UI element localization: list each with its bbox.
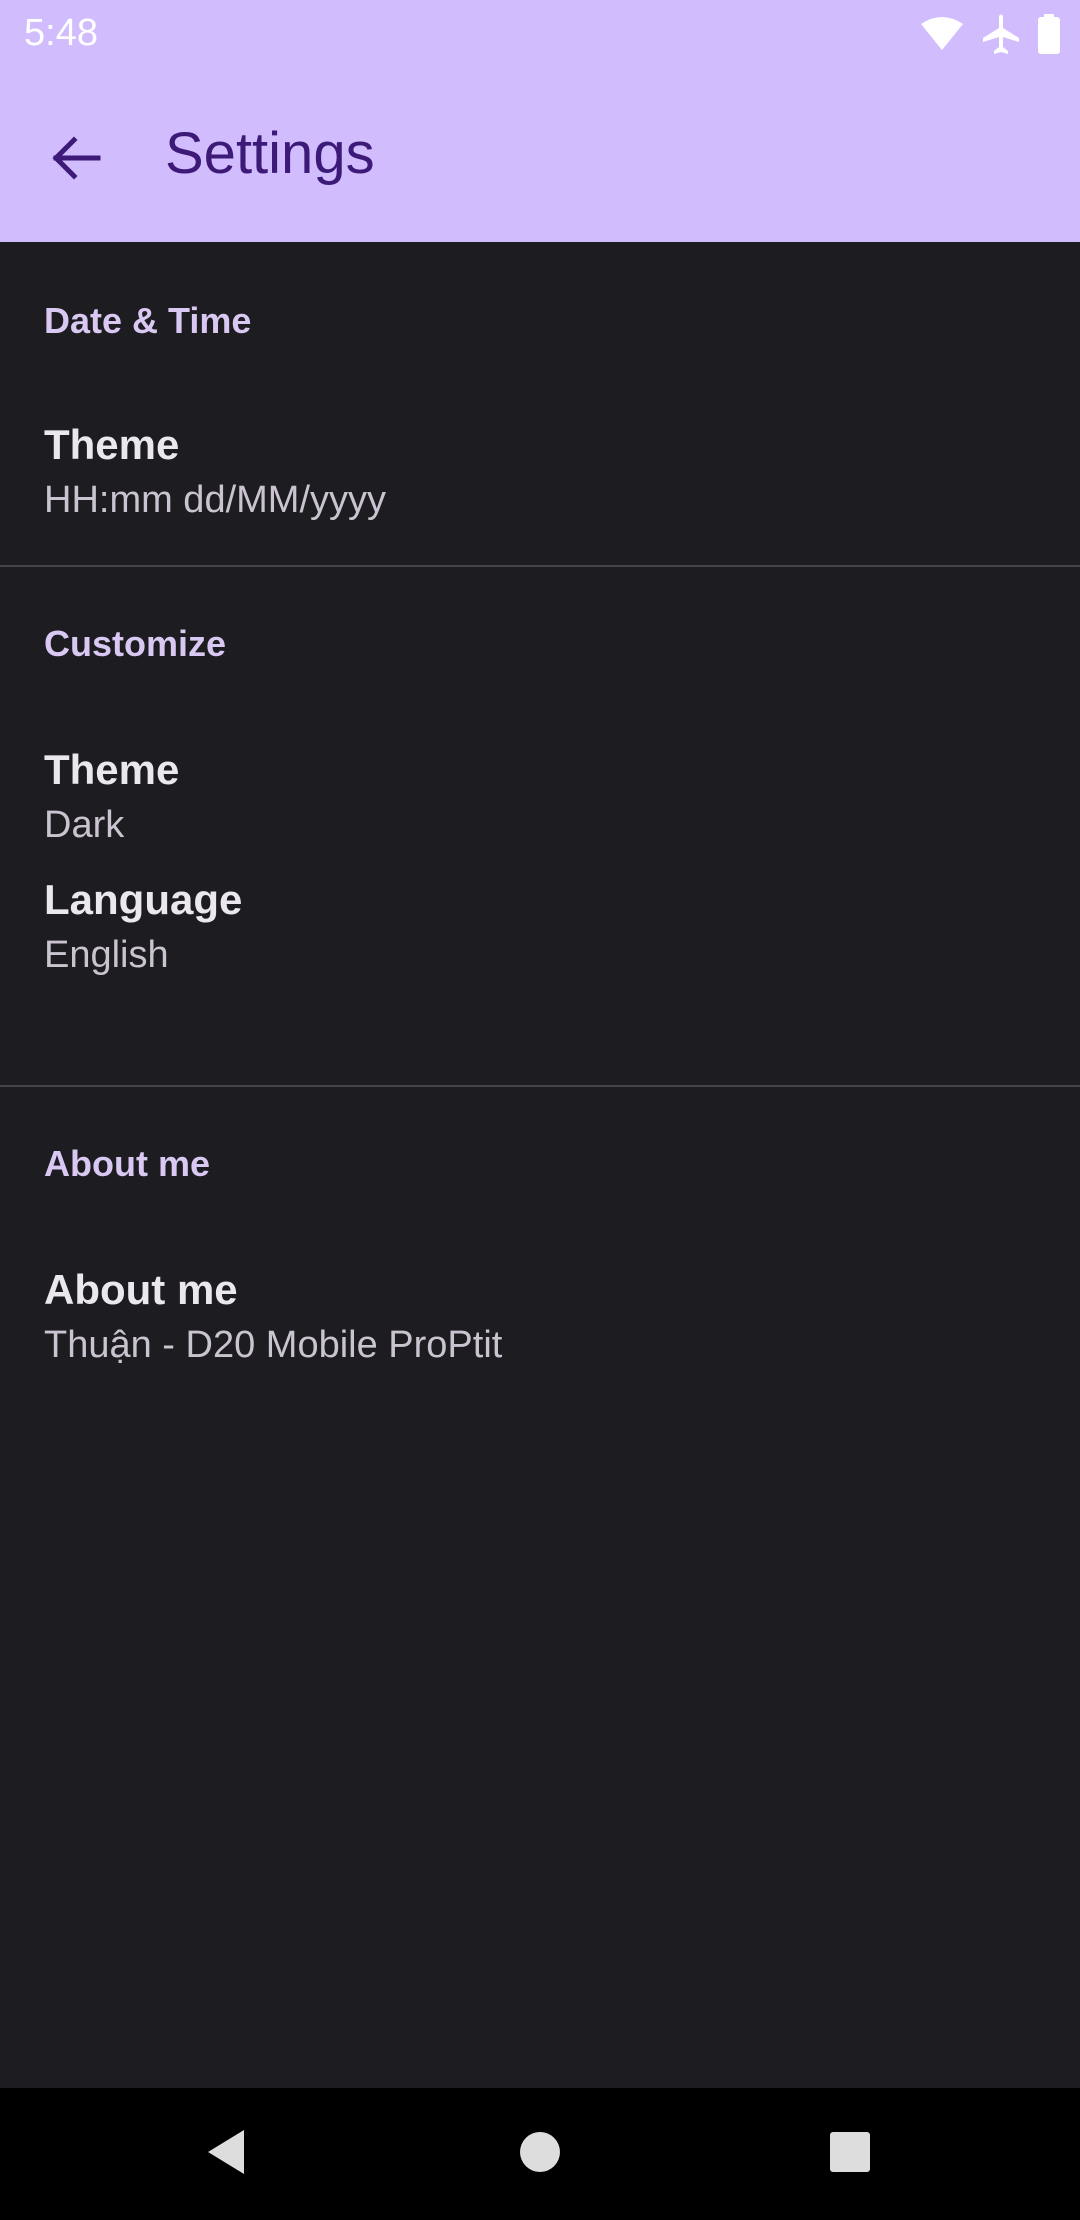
- pref-item-about-me[interactable]: About me Thuận - D20 Mobile ProPtit: [0, 1195, 1080, 1405]
- arrow-back-icon: [50, 134, 102, 187]
- settings-list: Date & Time Theme HH:mm dd/MM/yyyy Custo…: [0, 242, 1080, 1405]
- back-triangle-icon: [204, 2128, 248, 2181]
- back-button[interactable]: [34, 118, 118, 202]
- page-title: Settings: [165, 121, 375, 186]
- pref-summary: Thuận - D20 Mobile ProPtit: [44, 1324, 503, 1366]
- section-header-about: About me: [44, 1143, 210, 1184]
- pref-title: Theme: [44, 746, 180, 793]
- pref-summary: Dark: [44, 804, 125, 846]
- nav-back-button[interactable]: [196, 2124, 256, 2184]
- status-icons: [920, 12, 1060, 56]
- section-header-customize: Customize: [44, 623, 227, 664]
- status-time: 5:48: [24, 12, 98, 54]
- pref-item-language[interactable]: Language English: [0, 875, 1080, 1085]
- airplane-icon: [982, 14, 1020, 54]
- home-circle-icon: [518, 2130, 562, 2179]
- app-bar: Settings: [0, 68, 1080, 242]
- pref-title: About me: [44, 1266, 238, 1313]
- navigation-bar: [0, 2088, 1080, 2220]
- status-bar: 5:48: [0, 0, 1080, 68]
- pref-item-theme[interactable]: Theme Dark: [0, 675, 1080, 875]
- nav-home-button[interactable]: [510, 2124, 570, 2184]
- pref-title: Theme: [44, 421, 180, 468]
- nav-recents-button[interactable]: [820, 2124, 880, 2184]
- section-header-date-time: Date & Time: [44, 300, 252, 341]
- battery-icon: [1038, 14, 1060, 54]
- pref-summary: English: [44, 934, 169, 976]
- pref-item-date-format[interactable]: Theme HH:mm dd/MM/yyyy: [0, 352, 1080, 565]
- wifi-icon: [920, 16, 964, 52]
- settings-screen: 5:48 Settings Date & Time Theme HH:mm dd…: [0, 0, 1080, 2220]
- pref-title: Language: [44, 876, 243, 923]
- recents-square-icon: [828, 2130, 872, 2179]
- pref-summary: HH:mm dd/MM/yyyy: [44, 479, 386, 521]
